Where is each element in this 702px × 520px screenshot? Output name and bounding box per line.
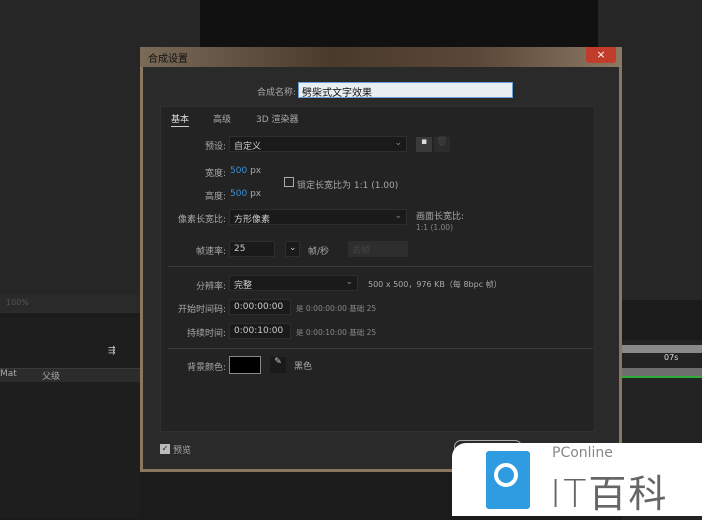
- tab-advanced[interactable]: 高级: [213, 112, 231, 125]
- drop-frame-dropdown[interactable]: 丢帧: [348, 241, 408, 257]
- chevron-down-icon: ⌄: [394, 138, 402, 148]
- width-value[interactable]: 500: [230, 166, 247, 176]
- viewer-toolbar: 100%: [0, 295, 140, 313]
- preset-label: 预设:: [204, 142, 226, 152]
- pixel-aspect-value: 方形像素: [234, 215, 271, 225]
- column-mat[interactable]: Mat: [0, 369, 17, 379]
- frame-aspect-label: 画面长宽比:: [416, 212, 465, 222]
- magnifier-logo-icon: [486, 451, 530, 509]
- resolution-value: 完整: [234, 281, 253, 291]
- width-label: 宽度:: [204, 169, 226, 179]
- start-timecode-info: 是 0:00:00:00 基础 25: [296, 304, 377, 313]
- fps-dropdown[interactable]: ⌄: [285, 241, 300, 257]
- lock-aspect-checkbox[interactable]: [284, 177, 294, 187]
- divider: [168, 266, 593, 267]
- save-preset-icon[interactable]: ▪: [416, 137, 432, 152]
- chevron-down-icon: ⌄: [394, 211, 402, 221]
- duration-info: 是 0:00:10:00 基础 25: [296, 328, 377, 337]
- resolution-info: 500 x 500，976 KB（每 8bpc 帧）: [368, 280, 502, 289]
- zoom-level[interactable]: 100%: [6, 298, 29, 307]
- preset-value: 自定义: [234, 142, 262, 152]
- pixel-aspect-dropdown[interactable]: 方形像素 ⌄: [229, 209, 407, 225]
- name-label: 合成名称:: [256, 88, 296, 98]
- composition-name-input[interactable]: 劈柴式文字效果: [298, 82, 513, 99]
- divider: [168, 348, 593, 349]
- preview-label: 预览: [173, 446, 192, 456]
- chevron-down-icon: ⌄: [345, 277, 353, 287]
- watermark: PConline IT百科: [452, 443, 702, 516]
- tab-3d-renderer[interactable]: 3D 渲染器: [256, 112, 299, 125]
- preset-dropdown[interactable]: 自定义 ⌄: [229, 136, 407, 152]
- background-color-label: 背景颜色:: [186, 363, 226, 373]
- width-unit: px: [250, 166, 262, 176]
- frame-aspect-value: 1:1 (1.00): [416, 223, 454, 232]
- time-ruler[interactable]: [622, 345, 702, 353]
- start-timecode-label: 开始时间码:: [177, 305, 226, 315]
- settings-panel: [160, 106, 595, 432]
- preview-checkbox[interactable]: ✓: [160, 444, 170, 454]
- duration-input[interactable]: 0:00:10:00: [229, 323, 291, 339]
- start-timecode-input[interactable]: 0:00:00:00: [229, 299, 291, 315]
- timeline-panel: [0, 318, 140, 518]
- background-color-swatch[interactable]: [229, 356, 261, 374]
- fps-unit: 帧/秒: [308, 247, 330, 257]
- resolution-label: 分辨率:: [195, 282, 226, 292]
- chevron-down-icon: ⌄: [289, 243, 297, 253]
- work-area-bar[interactable]: [622, 368, 702, 378]
- lock-aspect-label: 锁定长宽比为 1:1 (1.00): [297, 181, 399, 191]
- tab-basic[interactable]: 基本: [171, 112, 190, 127]
- watermark-name: IT百科: [550, 472, 669, 516]
- flowchart-icon[interactable]: ⇶: [108, 346, 116, 356]
- watermark-brand: PConline: [552, 445, 613, 461]
- fps-label: 帧速率:: [195, 247, 226, 257]
- duration-label: 持续时间:: [186, 329, 226, 339]
- height-value[interactable]: 500: [230, 189, 247, 199]
- eyedropper-icon[interactable]: ✎: [270, 357, 286, 373]
- column-parent[interactable]: 父级: [42, 369, 60, 382]
- pixel-aspect-label: 像素长宽比:: [177, 215, 226, 225]
- height-unit: px: [250, 189, 262, 199]
- resolution-dropdown[interactable]: 完整 ⌄: [229, 275, 358, 291]
- ruler-time-label: 07s: [664, 353, 679, 362]
- timeline-header: Mat 父级: [0, 368, 140, 382]
- height-label: 高度:: [204, 192, 226, 202]
- delete-preset-icon[interactable]: 🗑: [434, 137, 450, 152]
- fps-input[interactable]: 25: [229, 241, 275, 257]
- background-color-name: 黑色: [294, 362, 313, 372]
- close-button[interactable]: ×: [586, 47, 616, 63]
- dialog-title: 合成设置: [140, 47, 622, 67]
